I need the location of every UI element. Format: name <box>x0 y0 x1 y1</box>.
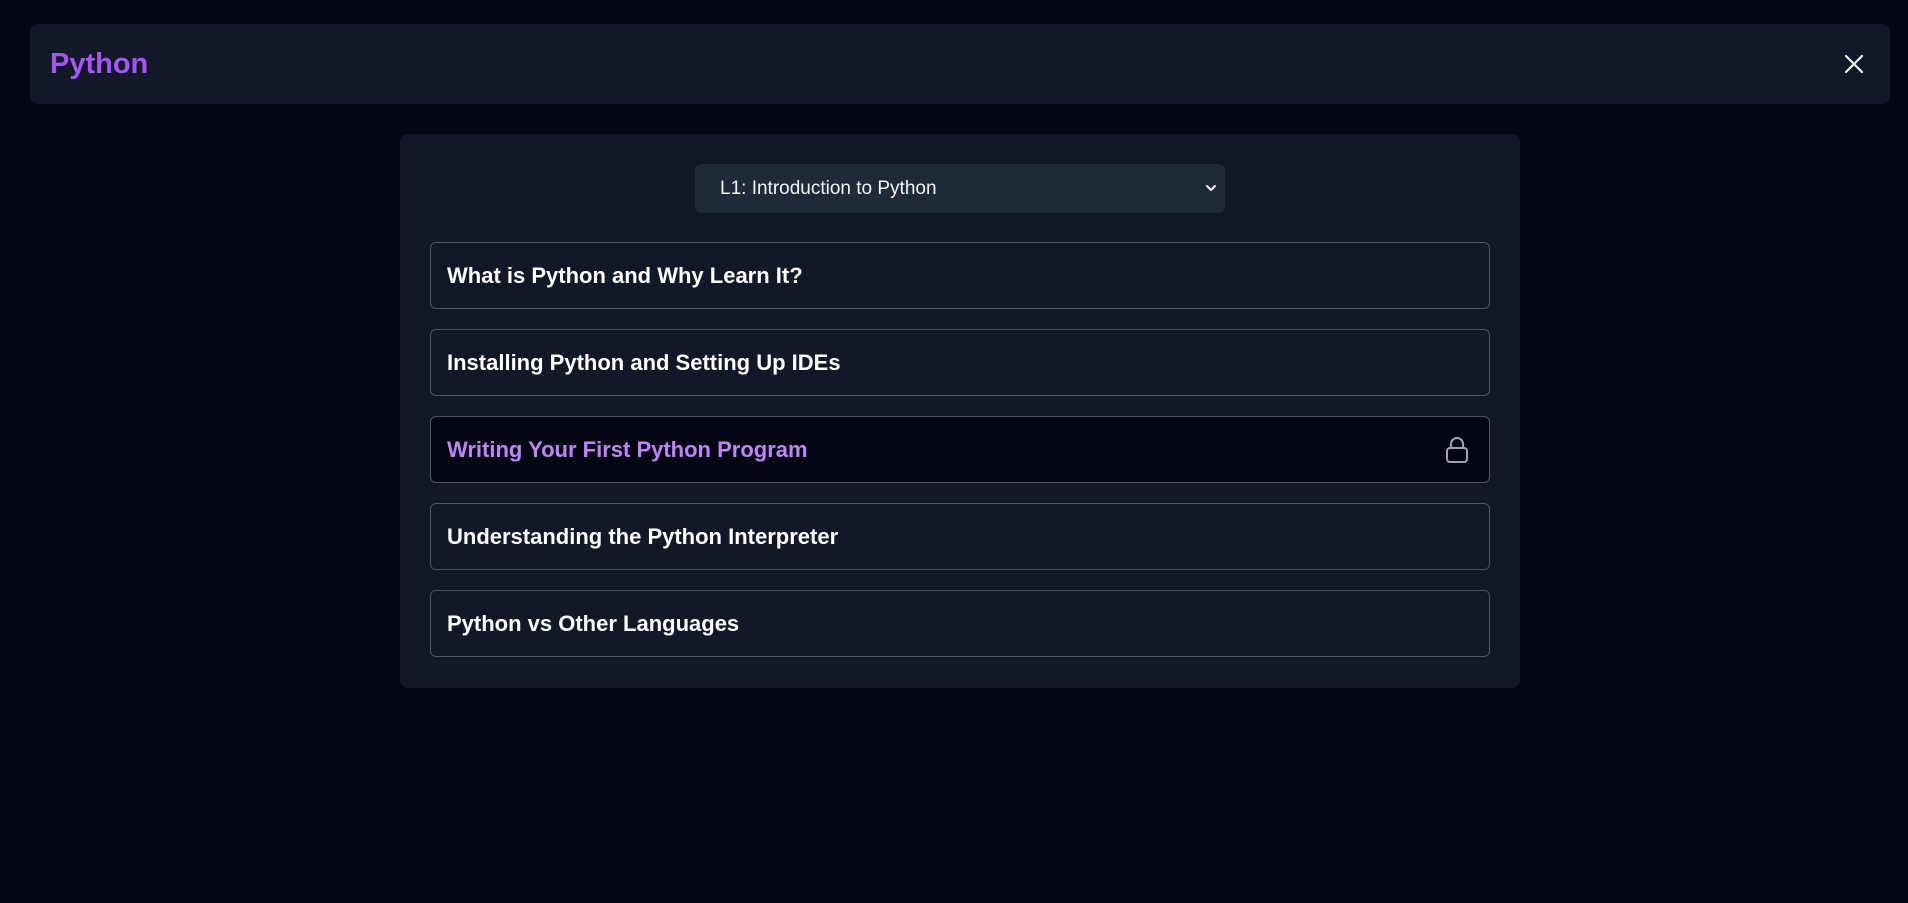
lesson-item[interactable]: What is Python and Why Learn It? <box>430 242 1490 309</box>
lesson-label: What is Python and Why Learn It? <box>447 263 803 288</box>
close-button[interactable] <box>1836 46 1872 82</box>
lesson-item[interactable]: Installing Python and Setting Up IDEs <box>430 329 1490 396</box>
lock-icon <box>1446 437 1468 463</box>
lesson-item[interactable]: Python vs Other Languages <box>430 590 1490 657</box>
top-bar: Python <box>30 24 1890 104</box>
close-icon <box>1844 54 1864 74</box>
lesson-label: Installing Python and Setting Up IDEs <box>447 350 841 375</box>
lesson-item[interactable]: Understanding the Python Interpreter <box>430 503 1490 570</box>
lesson-item-active[interactable]: Writing Your First Python Program <box>430 416 1490 483</box>
lesson-list: What is Python and Why Learn It? Install… <box>430 242 1490 677</box>
chevron-down-icon <box>1206 185 1216 191</box>
lesson-panel: L1: Introduction to Python What is Pytho… <box>400 134 1520 688</box>
lesson-label: Python vs Other Languages <box>447 611 740 636</box>
lesson-label: Understanding the Python Interpreter <box>447 524 839 549</box>
page-title: Python <box>50 48 149 80</box>
module-select[interactable]: L1: Introduction to Python <box>695 164 1225 213</box>
module-select-value: L1: Introduction to Python <box>720 178 937 199</box>
lesson-label: Writing Your First Python Program <box>447 437 808 462</box>
